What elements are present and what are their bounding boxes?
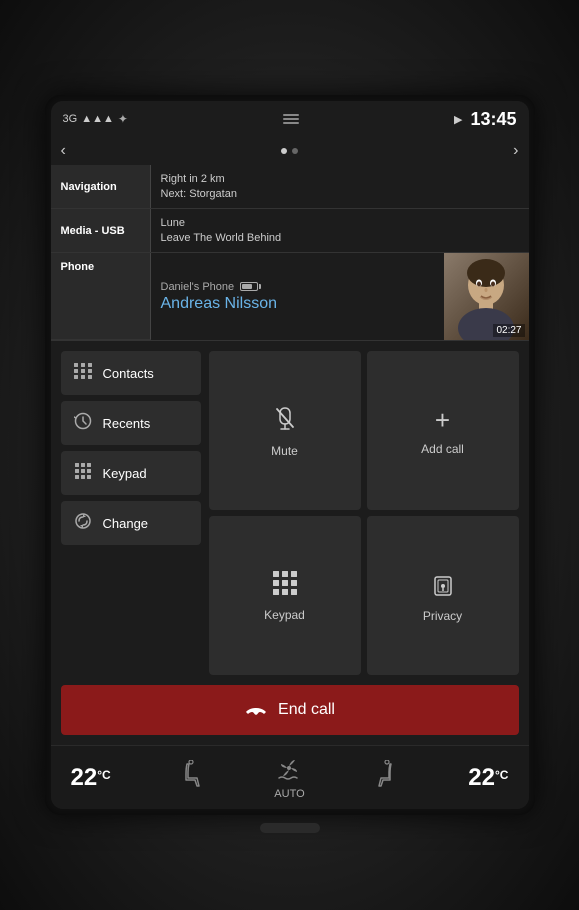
phone-section-label: Phone: [61, 261, 95, 273]
add-call-label: Add call: [421, 442, 464, 456]
nav-dots: [281, 148, 298, 154]
status-bar: 3G ▲▲▲ ✦ ▶ 13:45: [51, 101, 529, 137]
add-call-icon: +: [435, 405, 450, 436]
nav-forward-arrow[interactable]: ›: [513, 142, 518, 160]
screen-bezel: 3G ▲▲▲ ✦ ▶ 13:45 ‹: [45, 95, 535, 815]
temp-left: 22°C: [71, 764, 111, 792]
privacy-icon: [433, 569, 453, 603]
media-track: Leave The World Behind: [161, 231, 519, 245]
bluetooth-icon: ✦: [118, 112, 128, 126]
status-right: ▶ 13:45: [454, 109, 517, 130]
media-artist: Lune: [161, 216, 519, 230]
ctrl-row-bottom: Keypad: [209, 516, 519, 675]
climate-bar: 22°C: [51, 745, 529, 809]
navigation-next: Next: Storgatan: [161, 187, 519, 201]
contact-photo: 02:27: [444, 253, 529, 340]
seat-right-area: [375, 760, 397, 796]
keypad-left-icon: [73, 463, 93, 484]
contacts-button[interactable]: Contacts: [61, 351, 201, 395]
signal-text: 3G: [63, 113, 78, 125]
media-label: Media - USB: [51, 209, 151, 252]
nav-arrows-bar: ‹ ›: [51, 137, 529, 165]
mute-icon: [272, 404, 298, 438]
change-label: Change: [103, 516, 149, 531]
battery-icon: [240, 282, 258, 291]
privacy-label: Privacy: [423, 609, 462, 623]
recents-button[interactable]: Recents: [61, 401, 201, 445]
navigation-content: Right in 2 km Next: Storgatan: [151, 165, 529, 208]
recents-icon: [73, 412, 93, 435]
handle: [260, 823, 320, 833]
keypad-action-button[interactable]: Keypad: [209, 516, 361, 675]
call-timer: 02:27: [493, 324, 524, 337]
change-icon: [73, 512, 93, 535]
contact-photo-inner: 02:27: [444, 253, 529, 340]
contacts-icon: [73, 363, 93, 384]
change-button[interactable]: Change: [61, 501, 201, 545]
auto-label: AUTO: [274, 788, 304, 800]
keypad-left-button[interactable]: Keypad: [61, 451, 201, 495]
phone-device-row: Daniel's Phone: [161, 281, 434, 293]
add-call-button[interactable]: + Add call: [367, 351, 519, 510]
contacts-label: Contacts: [103, 366, 154, 381]
controls-area: Contacts Recents: [51, 341, 529, 685]
menu-lines-icon: [283, 114, 299, 124]
navigation-label: Navigation: [51, 165, 151, 208]
recents-label: Recents: [103, 416, 151, 431]
media-row: Media - USB Lune Leave The World Behind: [51, 209, 529, 253]
mute-button[interactable]: Mute: [209, 351, 361, 510]
climate-center: AUTO: [274, 756, 304, 800]
keypad-action-label: Keypad: [264, 608, 305, 622]
keypad-action-icon: [272, 570, 298, 602]
seat-left-icon: [181, 760, 203, 796]
fan-icon: [275, 756, 303, 786]
phone-section: Phone Daniel's Phone Andreas Nilsson: [51, 253, 529, 745]
status-left: 3G ▲▲▲ ✦: [63, 112, 128, 126]
media-content: Lune Leave The World Behind: [151, 209, 529, 252]
ctrl-row-top: Mute + Add call: [209, 351, 519, 510]
signal-bars: ▲▲▲: [81, 113, 114, 125]
end-call-label: End call: [278, 701, 335, 719]
keypad-left-label: Keypad: [103, 466, 147, 481]
mute-label: Mute: [271, 444, 298, 458]
navigation-row: Navigation Right in 2 km Next: Storgatan: [51, 165, 529, 209]
dot-1: [281, 148, 287, 154]
phone-header: Phone Daniel's Phone Andreas Nilsson: [51, 253, 529, 341]
left-controls: Contacts Recents: [61, 351, 201, 675]
end-call-button[interactable]: End call: [61, 685, 519, 735]
temp-right: 22°C: [468, 764, 508, 792]
end-call-phone-icon: [244, 700, 268, 721]
temp-left-unit: °C: [97, 768, 110, 782]
status-center: [283, 114, 299, 124]
play-icon: ▶: [454, 113, 462, 126]
privacy-button[interactable]: Privacy: [367, 516, 519, 675]
navigation-direction: Right in 2 km: [161, 172, 519, 186]
right-controls: Mute + Add call: [209, 351, 519, 675]
dot-2: [292, 148, 298, 154]
screen: 3G ▲▲▲ ✦ ▶ 13:45 ‹: [51, 101, 529, 809]
seat-right-icon: [375, 760, 397, 796]
clock: 13:45: [470, 109, 516, 130]
phone-device-name: Daniel's Phone: [161, 281, 235, 293]
temp-right-unit: °C: [495, 768, 508, 782]
seat-left-area: [181, 760, 203, 796]
car-frame: 3G ▲▲▲ ✦ ▶ 13:45 ‹: [0, 0, 579, 910]
caller-name: Andreas Nilsson: [161, 295, 434, 313]
nav-back-arrow[interactable]: ‹: [61, 142, 66, 160]
